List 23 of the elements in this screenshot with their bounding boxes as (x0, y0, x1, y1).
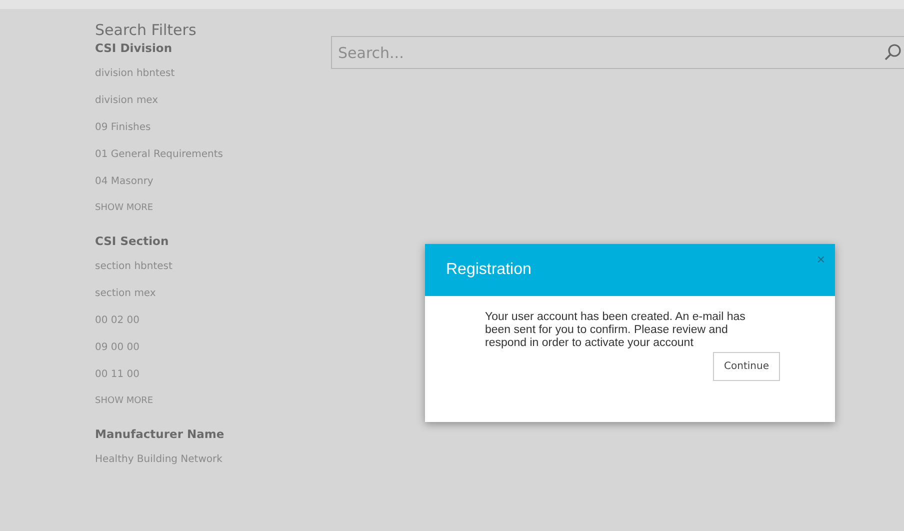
filter-item[interactable]: section mex (95, 287, 156, 301)
show-more-link[interactable]: SHOW MORE (95, 395, 154, 407)
filter-item[interactable]: division hbntest (95, 67, 175, 81)
close-button[interactable]: × (816, 252, 825, 266)
filter-heading: CSI Section (95, 233, 169, 250)
filter-heading: CSI Division (95, 40, 172, 57)
sidebar-title: Search Filters (95, 20, 198, 40)
dialog-message: Your user account has been created. An e-mail has been sent for you to confirm. Please review and respond in order to activate your account (485, 311, 746, 350)
filter-item[interactable]: 09 00 00 (95, 341, 140, 355)
dialog-title: Registration (446, 261, 532, 279)
search-icon[interactable] (884, 43, 902, 61)
filter-item[interactable]: 00 02 00 (95, 314, 140, 328)
filter-heading: Manufacturer Name (95, 426, 224, 443)
show-more-link[interactable]: SHOW MORE (95, 202, 154, 214)
filter-item[interactable]: 09 Finishes (95, 121, 151, 135)
continue-button[interactable]: Continue (713, 352, 780, 381)
search-field[interactable]: Search... (331, 36, 904, 69)
filter-item[interactable]: section hbntest (95, 260, 172, 274)
filter-item[interactable]: 01 General Requirements (95, 148, 224, 162)
filter-item[interactable]: division mex (95, 94, 158, 108)
filter-item[interactable]: Healthy Building Network (95, 453, 222, 467)
filter-item[interactable]: 04 Masonry (95, 175, 154, 189)
filter-item[interactable]: 00 11 00 (95, 368, 140, 382)
